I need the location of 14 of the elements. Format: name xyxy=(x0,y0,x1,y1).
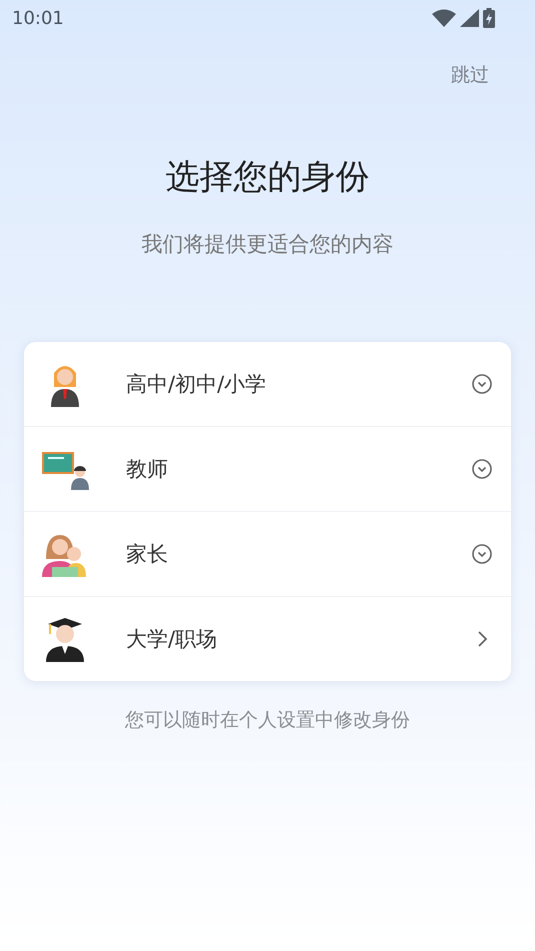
wifi-icon xyxy=(432,9,456,27)
role-label[interactable]: 教师 xyxy=(126,455,471,483)
footer-note: 您可以随时在个人设置中修改身份 xyxy=(124,708,411,733)
status-time: 10:01 xyxy=(12,8,64,28)
page-title: 选择您的身份 xyxy=(164,156,370,199)
expand-icon[interactable] xyxy=(471,458,493,480)
battery-icon xyxy=(483,8,495,28)
expand-icon[interactable] xyxy=(471,543,493,565)
expand-icon[interactable] xyxy=(471,373,493,395)
role-label[interactable]: 大学/职场 xyxy=(126,625,471,653)
role-label[interactable]: 高中/初中/小学 xyxy=(126,370,471,398)
role-label[interactable]: 家长 xyxy=(126,540,471,568)
subtitle: 我们将提供更适合您的内容 xyxy=(140,231,394,258)
signal-icon xyxy=(460,9,479,27)
